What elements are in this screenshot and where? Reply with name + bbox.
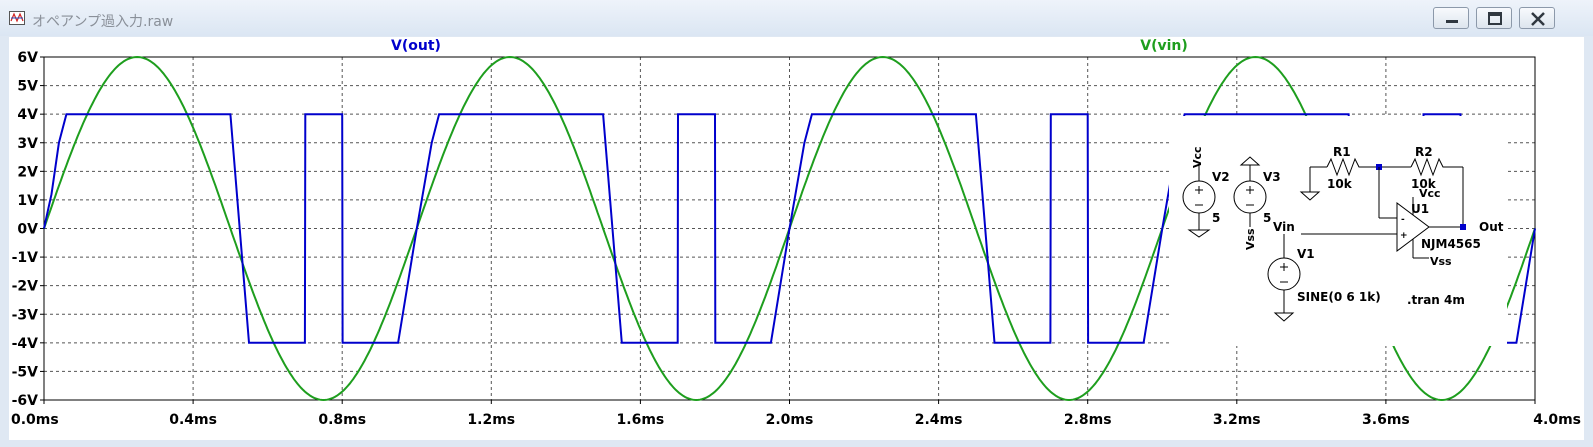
net-label-vss: Vss: [1244, 228, 1257, 250]
y-tick-label: 6V: [17, 50, 38, 66]
r1-label: R1: [1333, 145, 1351, 159]
minimize-button[interactable]: [1433, 7, 1469, 29]
y-tick-label: 5V: [17, 79, 38, 95]
r1-value: 10k: [1327, 177, 1353, 191]
x-tick-label: 2.0ms: [766, 412, 814, 428]
window-title: オペアンプ過入力.raw: [32, 14, 174, 30]
opamp-minus: -: [1401, 215, 1405, 225]
y-tick-label: -1V: [12, 250, 39, 266]
x-tick-label: 3.2ms: [1213, 412, 1261, 428]
net-label-vin: Vin: [1273, 220, 1295, 234]
window-titlebar[interactable]: オペアンプ過入力.raw: [0, 0, 1593, 36]
close-icon: [1531, 12, 1545, 26]
close-button[interactable]: [1519, 7, 1555, 29]
restore-icon: [1488, 12, 1502, 25]
x-tick-label: 3.6ms: [1362, 412, 1410, 428]
v1-label: V1: [1297, 247, 1315, 261]
output-node: [1460, 224, 1466, 230]
x-tick-label: 1.2ms: [467, 412, 515, 428]
x-tick-label: 0.4ms: [169, 412, 217, 428]
y-tick-label: 1V: [17, 193, 38, 209]
opamp-plus: +: [1400, 231, 1408, 241]
y-tick-label: 4V: [17, 107, 38, 123]
restore-button[interactable]: [1476, 7, 1512, 29]
y-tick-label: -3V: [12, 307, 39, 323]
y-tick-label: -6V: [12, 393, 39, 409]
y-tick-label: -4V: [12, 336, 39, 352]
minimize-icon: [1446, 20, 1458, 23]
net-label-vcc: Vcc: [1191, 146, 1204, 168]
x-tick-label: 0.8ms: [318, 412, 366, 428]
r2-label: R2: [1415, 145, 1433, 159]
v2-label: V2: [1212, 170, 1230, 184]
y-tick-label: -5V: [12, 364, 39, 380]
v2-value: 5: [1212, 211, 1220, 225]
plot-pane[interactable]: 6V 5V 4V 3V 2V 1V 0V -1V -2V -3V -4V -5V -6V 0.0ms 0.…: [9, 37, 1584, 440]
u1-vcc-label: Vcc: [1419, 187, 1441, 200]
y-tick-label: 3V: [17, 136, 38, 152]
trace-label-vout[interactable]: V(out): [391, 38, 441, 54]
u1-label: U1: [1411, 202, 1429, 216]
waveform-plot[interactable]: 6V5V4V3V2V1V0V-1V-2V-3V-4V-5V-6V 0.0ms 0.…: [9, 37, 1584, 440]
net-label-out: Out: [1479, 220, 1504, 234]
x-tick-label: 4.0ms: [1533, 412, 1581, 428]
waveform-viewer-icon: [9, 11, 25, 25]
x-tick-label: 0.0ms: [11, 412, 59, 428]
v3-label: V3: [1263, 170, 1281, 184]
v3-value: 5: [1263, 211, 1271, 225]
spice-directive[interactable]: .tran 4m: [1407, 293, 1465, 307]
y-tick-label: 2V: [17, 164, 38, 180]
y-axis-ticks: 6V 5V 4V 3V 2V 1V 0V -1V -2V -3V -4V -5V -6V: [12, 50, 44, 409]
x-axis-ticks: 0.0ms 0.4ms 0.8ms 1.2ms 1.6ms 2.0ms 2.4ms 2.8ms…: [11, 400, 1581, 428]
x-tick-label: 2.8ms: [1064, 412, 1112, 428]
trace-label-vin[interactable]: V(vin): [1140, 38, 1188, 54]
x-tick-label: 2.4ms: [915, 412, 963, 428]
u1-vss-label: Vss: [1430, 255, 1452, 268]
u1-part: NJM4565: [1421, 237, 1481, 251]
schematic-overlay: Vcc V2 5 V3 5 Vss R1 10k R2 10k - + Vcc …: [1169, 116, 1507, 346]
x-tick-label: 1.6ms: [617, 412, 665, 428]
y-tick-label: 0V: [17, 222, 38, 238]
window-bottom-border: [0, 440, 1593, 447]
y-tick-label: -2V: [12, 279, 39, 295]
v1-value: SINE(0 6 1k): [1297, 290, 1381, 304]
